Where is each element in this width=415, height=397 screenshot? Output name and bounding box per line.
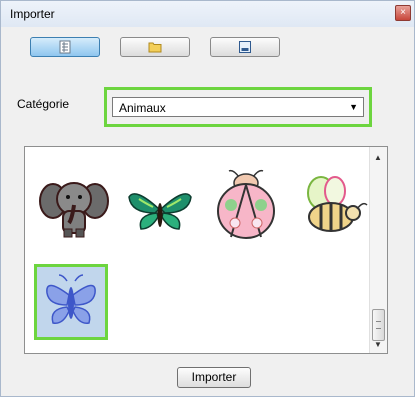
- category-label: Catégorie: [17, 97, 70, 111]
- butterfly-icon: [128, 193, 192, 230]
- window-title: Importer: [10, 7, 55, 21]
- importer-dialog: Importer × Catégorie Animaux ▼ ▲ ▼ Impor…: [0, 0, 415, 397]
- scroll-thumb[interactable]: [372, 309, 385, 341]
- chevron-down-icon: ▼: [349, 102, 358, 112]
- gallery-item-elephant[interactable]: [39, 175, 109, 245]
- gallery-panel: ▲ ▼: [24, 146, 388, 354]
- bee-icon: [307, 176, 368, 232]
- gallery-item-bee[interactable]: [297, 173, 368, 243]
- scroll-up-icon[interactable]: ▲: [374, 153, 382, 162]
- grip-icon: [376, 321, 381, 329]
- view-list-button[interactable]: [30, 37, 100, 57]
- gallery-item-blue-butterfly[interactable]: [34, 264, 108, 340]
- close-button[interactable]: ×: [395, 5, 411, 21]
- picture-icon: [239, 41, 251, 53]
- grid-list-icon: [59, 40, 71, 54]
- category-select[interactable]: Animaux ▼: [112, 97, 364, 117]
- gallery-scrollbar[interactable]: ▲ ▼: [369, 147, 387, 353]
- gallery-item-ladybug[interactable]: [211, 167, 281, 239]
- blue-butterfly-icon: [46, 274, 96, 324]
- gallery-item-butterfly[interactable]: [125, 175, 195, 245]
- folder-icon: [148, 42, 162, 53]
- title-bar: Importer ×: [1, 1, 414, 27]
- import-button[interactable]: Importer: [177, 367, 251, 388]
- picture-button[interactable]: [210, 37, 280, 57]
- ladybug-icon: [217, 169, 275, 239]
- scroll-down-icon[interactable]: ▼: [374, 340, 382, 349]
- elephant-icon: [39, 182, 109, 238]
- category-selected-value: Animaux: [119, 101, 166, 115]
- open-folder-button[interactable]: [120, 37, 190, 57]
